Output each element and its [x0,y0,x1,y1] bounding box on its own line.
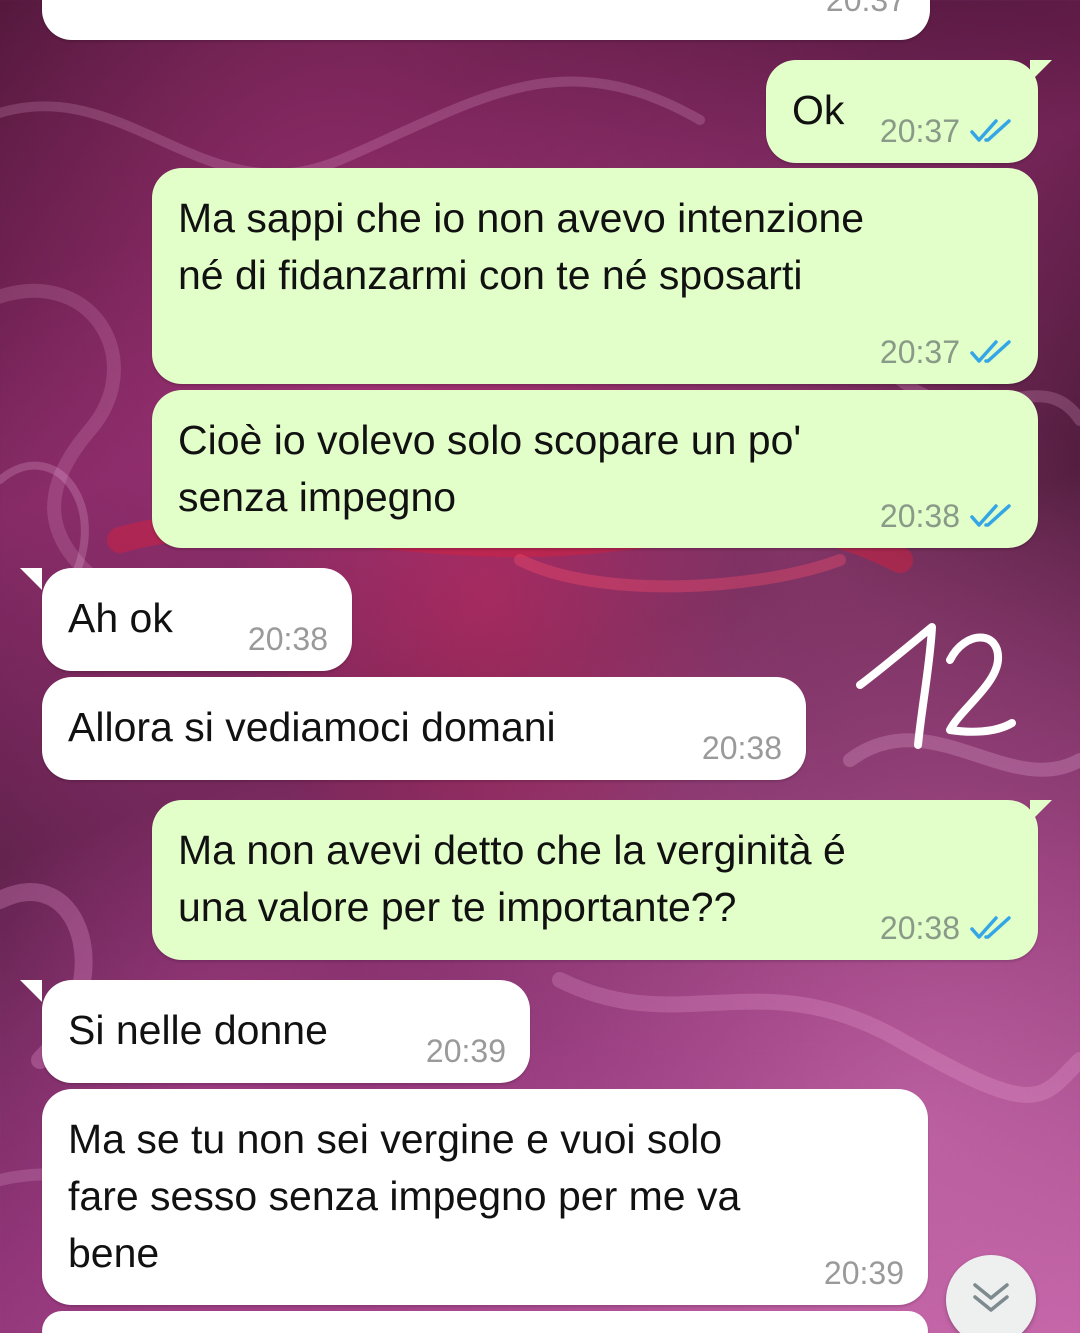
message-time: 20:37 [879,113,960,149]
bubble-tail [20,568,42,590]
message-text: Allora si vediamoci domani [68,704,556,750]
message-text: Ma se tu non sei vergine e vuoi solo far… [68,1116,741,1276]
message-bubble-incoming[interactable]: Allora si vediamoci domani 20:38 [42,677,806,780]
message-time: 20:39 [823,1255,904,1291]
message-bubble-incoming[interactable]: Si nelle donne 20:39 [42,980,530,1083]
message-bubble-outgoing[interactable]: Ok 20:37 [766,60,1038,163]
message-meta: 20:38 [880,910,1014,946]
bubble-tail [20,980,42,1002]
message-text: Ah ok [68,595,173,641]
message-text: Ma non avevi detto che la verginità é un… [178,827,846,930]
message-time: 20:37 [879,334,960,370]
message-meta: 20:39 [426,1033,506,1069]
message-time: 20:38 [879,910,960,946]
message-meta: 20:38 [880,498,1014,534]
message-meta: 20:38 [248,621,328,657]
double-check-read-icon [970,915,1014,941]
message-text: Ok [792,87,845,133]
message-bubble-incoming[interactable]: 20:37 [42,0,930,40]
message-meta: 20:39 [824,1255,904,1291]
message-meta: 20:38 [702,730,782,766]
message-text: Si nelle donne [68,1007,328,1053]
double-check-read-icon [970,339,1014,365]
message-bubble-outgoing[interactable]: Ma sappi che io non avevo intenzione né … [152,168,1038,384]
double-check-read-icon [970,118,1014,144]
message-time: 20:38 [879,498,960,534]
message-time: 20:38 [247,621,328,657]
message-time: 20:39 [425,1033,506,1069]
message-bubble-incoming[interactable]: Ma se tu non sei vergine e vuoi solo far… [42,1089,928,1305]
message-time: 20:38 [701,730,782,766]
message-bubble-outgoing[interactable]: Ma non avevi detto che la verginità é un… [152,800,1038,960]
handwritten-annotation [850,615,1020,755]
message-text: Cioè io volevo solo scopare un po' senza… [178,417,802,520]
message-time: 20:37 [825,0,906,18]
scroll-to-bottom-button[interactable] [946,1255,1036,1333]
double-check-read-icon [970,503,1014,529]
message-bubble-outgoing[interactable]: Cioè io volevo solo scopare un po' senza… [152,390,1038,548]
message-bubble-incoming[interactable] [42,1311,928,1333]
message-meta: 20:37 [880,113,1014,149]
message-text: Ma sappi che io non avevo intenzione né … [178,195,865,298]
message-bubble-incoming[interactable]: Ah ok 20:38 [42,568,352,671]
message-meta: 20:37 [826,0,906,18]
message-meta: 20:37 [880,334,1014,370]
double-chevron-down-icon [969,1281,1013,1320]
